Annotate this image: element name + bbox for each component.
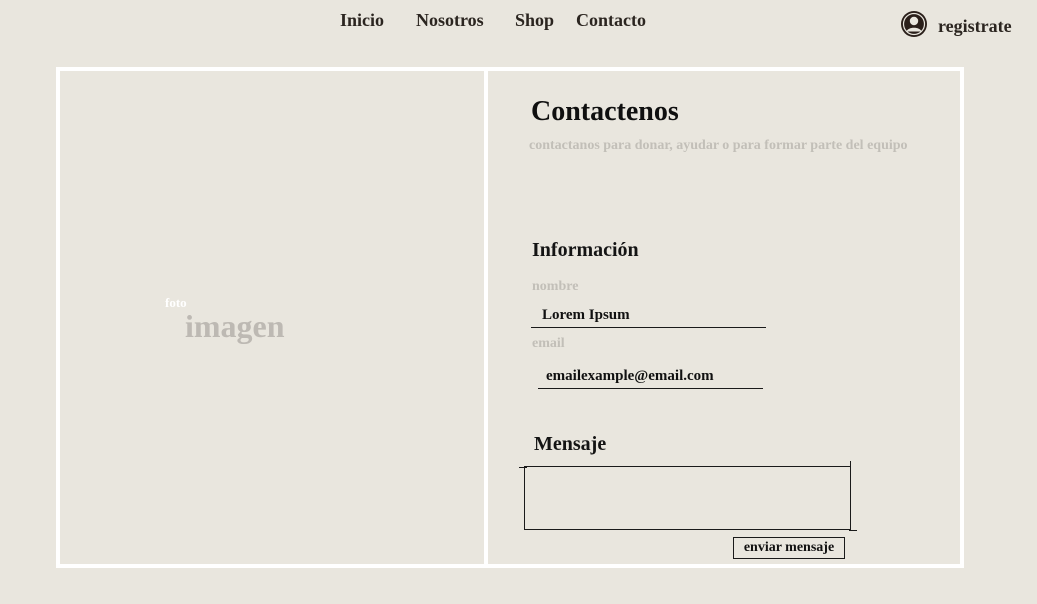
nav-link-nosotros[interactable]: Nosotros bbox=[416, 10, 484, 31]
frame-divider bbox=[484, 70, 488, 566]
user-avatar-icon bbox=[900, 10, 928, 38]
page-title: Contactenos bbox=[531, 96, 679, 127]
nav-link-contacto[interactable]: Contacto bbox=[576, 10, 646, 31]
register-link[interactable]: registrate bbox=[900, 10, 1012, 38]
main-nav: Inicio Nosotros Shop Contacto bbox=[0, 10, 1037, 34]
register-label: registrate bbox=[938, 15, 1012, 36]
message-box-sketch-top-overshoot bbox=[850, 461, 851, 469]
page-subtitle: contactanos para donar, ayudar o para fo… bbox=[529, 138, 908, 153]
nav-link-shop[interactable]: Shop bbox=[515, 10, 554, 31]
email-label: email bbox=[532, 336, 565, 351]
send-message-button[interactable]: enviar mensaje bbox=[733, 537, 845, 559]
nav-link-inicio[interactable]: Inicio bbox=[340, 10, 384, 31]
name-label: nombre bbox=[532, 279, 579, 294]
message-box-sketch-right-overshoot bbox=[849, 530, 857, 531]
name-field[interactable] bbox=[531, 305, 766, 328]
info-heading: Información bbox=[532, 239, 639, 261]
email-field[interactable] bbox=[538, 366, 763, 389]
image-placeholder-big-text: imagen bbox=[185, 308, 285, 344]
message-textarea[interactable] bbox=[524, 466, 851, 530]
message-heading: Mensaje bbox=[534, 433, 607, 455]
image-placeholder-small-text: foto bbox=[165, 295, 187, 310]
message-box-sketch-left-overshoot bbox=[519, 467, 527, 468]
